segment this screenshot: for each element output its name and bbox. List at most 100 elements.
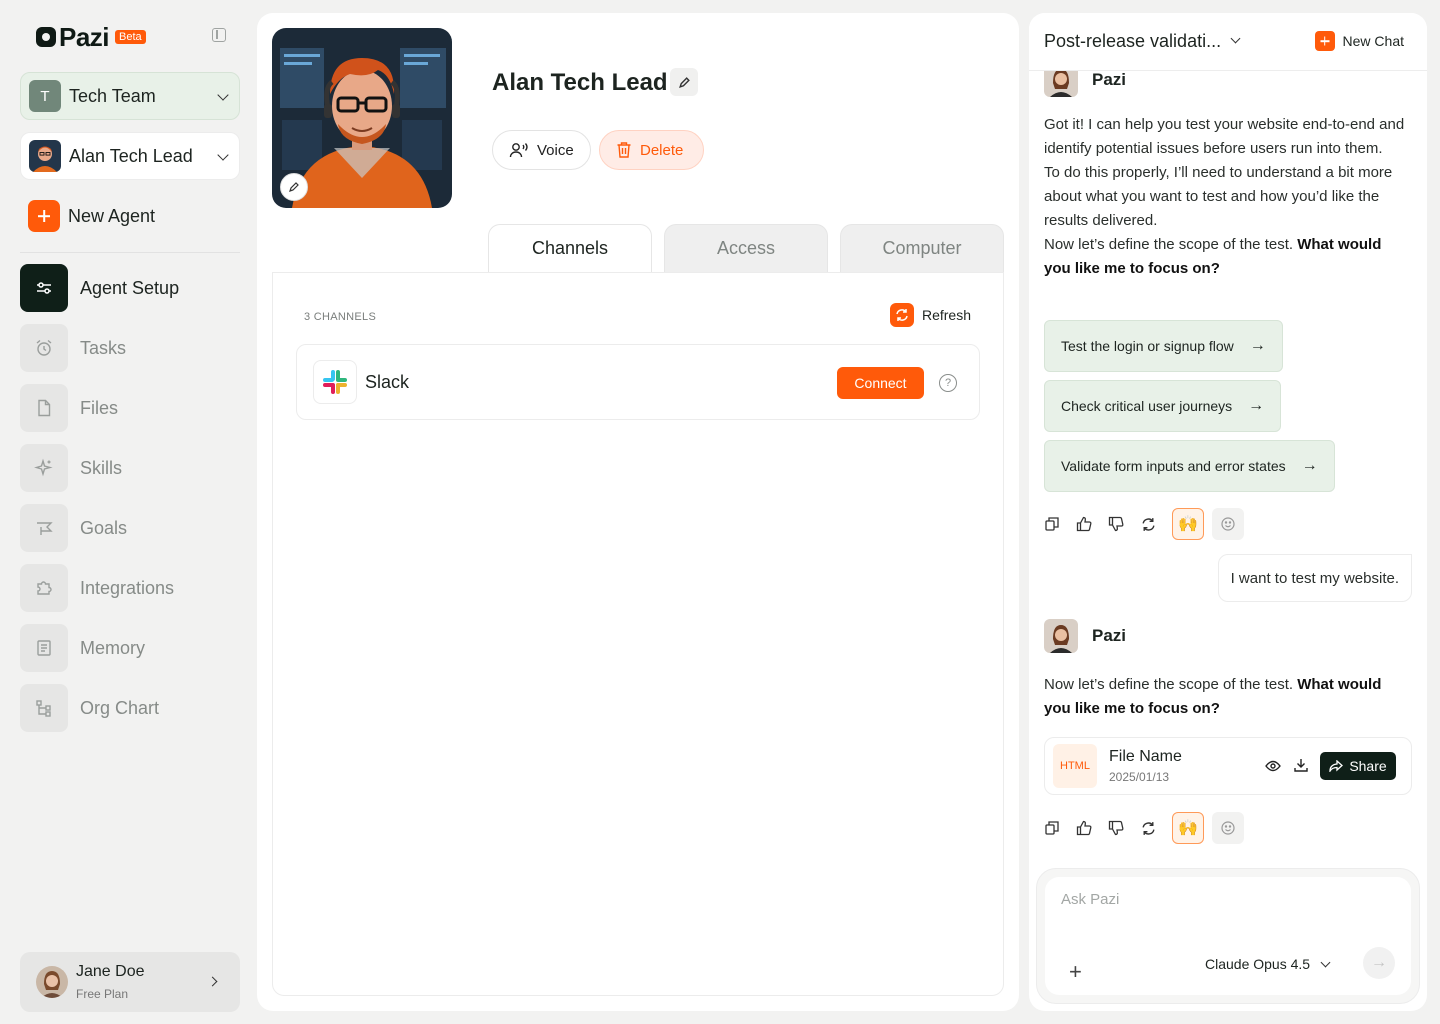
file-icon <box>20 384 68 432</box>
composer: + Claude Opus 4.5 → <box>1036 868 1420 1004</box>
copy-icon[interactable] <box>1044 820 1060 836</box>
share-button[interactable]: Share <box>1320 752 1396 780</box>
edit-photo-button[interactable] <box>280 173 308 201</box>
nav-label: Memory <box>80 637 146 658</box>
thumbs-down-icon[interactable] <box>1108 516 1124 532</box>
new-agent-button[interactable]: New Agent <box>28 200 155 232</box>
chat-title[interactable]: Post-release validati... <box>1044 31 1221 52</box>
team-name: Tech Team <box>69 85 156 106</box>
share-label: Share <box>1349 758 1387 774</box>
thumbs-up-icon[interactable] <box>1076 820 1092 836</box>
team-selector[interactable]: T Tech Team <box>20 72 240 120</box>
regenerate-icon[interactable] <box>1140 820 1156 836</box>
new-chat-label: New Chat <box>1342 33 1404 49</box>
channel-row-slack: Slack Connect ? <box>296 344 980 420</box>
sidebar: Pazi Beta T Tech Team Alan Tech Lead New… <box>0 0 256 1024</box>
agent-title: Alan Tech Lead <box>492 69 668 96</box>
share-icon <box>1329 760 1344 772</box>
model-name: Claude Opus 4.5 <box>1205 956 1311 972</box>
file-date: 2025/01/13 <box>1109 770 1170 784</box>
add-reaction-icon[interactable] <box>1212 812 1244 844</box>
refresh-label: Refresh <box>921 307 971 323</box>
user-name: Jane Doe <box>76 963 145 980</box>
delete-button[interactable]: Delete <box>599 130 704 170</box>
user-plan: Free Plan <box>76 987 129 1001</box>
new-agent-label: New Agent <box>68 205 156 226</box>
nav-item-integrations[interactable]: Integrations <box>20 564 240 612</box>
pazi-logo-icon <box>36 27 56 47</box>
reaction-button[interactable]: 🙌 <box>1172 508 1204 540</box>
nav-item-agent-setup[interactable]: Agent Setup <box>20 264 240 312</box>
agent-selector[interactable]: Alan Tech Lead <box>20 132 240 180</box>
plus-icon <box>1314 31 1335 51</box>
edit-name-button[interactable] <box>670 68 698 96</box>
suggestion-label: Validate form inputs and error states <box>1061 458 1286 474</box>
trash-icon <box>617 142 631 158</box>
connect-button[interactable]: Connect <box>837 367 924 399</box>
logo-text: Pazi <box>59 21 110 52</box>
user-avatar <box>36 966 68 998</box>
new-chat-button[interactable]: New Chat <box>1314 31 1404 51</box>
message-paragraph: Got it! I can help you test your website… <box>1044 116 1405 157</box>
pencil-icon <box>289 182 299 192</box>
message-actions: 🙌 <box>1044 812 1244 844</box>
nav-item-org-chart[interactable]: Org Chart <box>20 684 240 732</box>
voice-button[interactable]: Voice <box>492 130 591 170</box>
regenerate-icon[interactable] <box>1140 516 1156 532</box>
agent-tabs: Channels Access Computer <box>488 224 1016 272</box>
tab-access[interactable]: Access <box>664 224 828 272</box>
nav-item-goals[interactable]: Goals <box>20 504 240 552</box>
agent-name: Alan Tech Lead <box>69 145 193 166</box>
reaction-button[interactable]: 🙌 <box>1172 812 1204 844</box>
arrow-right-icon: → <box>1249 337 1266 354</box>
assistant-message: Now let’s define the scope of the test. … <box>1044 673 1412 721</box>
chevron-right-icon <box>207 976 218 987</box>
sliders-icon <box>20 264 68 312</box>
tab-computer[interactable]: Computer <box>840 224 1004 272</box>
voice-icon <box>509 143 528 158</box>
thumbs-up-icon[interactable] <box>1076 516 1092 532</box>
nav-item-memory[interactable]: Memory <box>20 624 240 672</box>
hierarchy-icon <box>20 684 68 732</box>
help-icon[interactable]: ? <box>939 374 957 392</box>
thumbs-down-icon[interactable] <box>1108 820 1124 836</box>
message-paragraph: Now let’s define the scope of the test. … <box>1044 673 1412 721</box>
html-file-icon: HTML <box>1053 744 1097 788</box>
nav-item-files[interactable]: Files <box>20 384 240 432</box>
pencil-icon <box>678 76 690 88</box>
attach-plus-icon[interactable]: + <box>1069 959 1082 985</box>
collapse-sidebar-icon[interactable] <box>212 28 226 42</box>
chevron-down-icon <box>1320 957 1331 967</box>
user-profile-card[interactable]: Jane Doe Free Plan <box>20 952 240 1012</box>
chevron-down-icon[interactable] <box>1230 33 1241 44</box>
nav-label: Files <box>80 397 119 418</box>
chevron-down-icon <box>217 89 229 101</box>
add-reaction-icon[interactable] <box>1212 508 1244 540</box>
chat-input[interactable] <box>1061 891 1391 908</box>
nav-item-tasks[interactable]: Tasks <box>20 324 240 372</box>
model-selector[interactable]: Claude Opus 4.5 <box>1205 956 1331 972</box>
suggestion-button[interactable]: Check critical user journeys → <box>1044 380 1282 432</box>
suggestion-button[interactable]: Validate form inputs and error states → <box>1044 440 1335 492</box>
tab-channels[interactable]: Channels <box>488 224 652 272</box>
file-name: File Name <box>1109 748 1182 765</box>
copy-icon[interactable] <box>1044 516 1060 532</box>
refresh-icon <box>889 303 914 327</box>
suggestion-button[interactable]: Test the login or signup flow → <box>1044 320 1283 372</box>
file-attachment[interactable]: HTML File Name 2025/01/13 Share <box>1044 737 1412 795</box>
nav-item-skills[interactable]: Skills <box>20 444 240 492</box>
eye-icon[interactable] <box>1265 759 1281 777</box>
suggestion-label: Check critical user journeys <box>1061 398 1233 414</box>
refresh-button[interactable]: Refresh <box>889 303 971 327</box>
slack-icon <box>313 360 357 404</box>
send-arrow-icon[interactable]: → <box>1363 947 1395 979</box>
download-icon[interactable] <box>1294 758 1308 777</box>
message-text: Now let’s define the scope of the test. <box>1044 236 1298 253</box>
logo[interactable]: Pazi Beta <box>36 21 226 52</box>
channels-count: 3 CHANNELS <box>304 311 377 323</box>
assistant-header: Pazi <box>1044 619 1126 653</box>
message-paragraph: Now let’s define the scope of the test. … <box>1044 233 1412 281</box>
message-text: Now let’s define the scope of the test. <box>1044 676 1298 693</box>
delete-label: Delete <box>640 141 684 159</box>
alarm-clock-icon <box>20 324 68 372</box>
